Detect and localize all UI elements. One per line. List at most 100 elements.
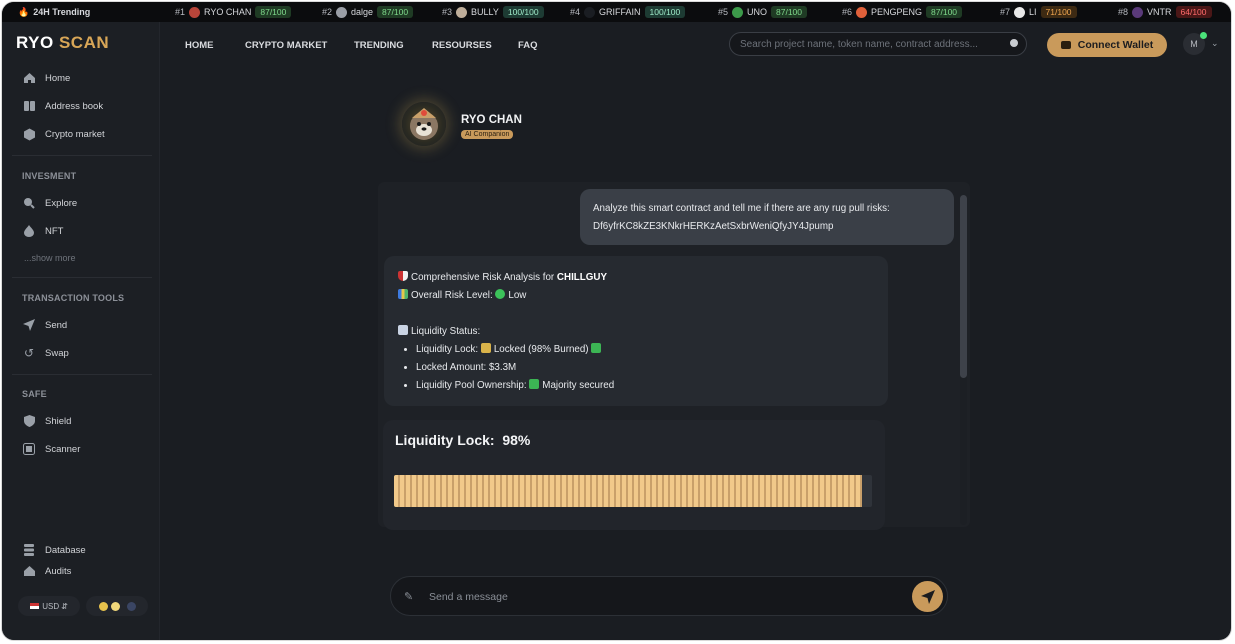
sidebar-item-database[interactable]: Database bbox=[22, 543, 86, 557]
theme-toggle[interactable] bbox=[86, 596, 148, 616]
bot-avatar bbox=[402, 102, 446, 146]
sidebar: RYO SCAN Home Address book Crypto market… bbox=[2, 22, 160, 640]
ticker-token-name: BULLY bbox=[471, 7, 499, 17]
sidebar-item-send[interactable]: Send bbox=[22, 318, 67, 332]
token-logo-icon bbox=[189, 6, 201, 18]
sidebar-item-explore[interactable]: Explore bbox=[22, 196, 77, 210]
sidebar-divider bbox=[12, 155, 152, 156]
ticker-item[interactable]: #7 LI 71/100 bbox=[1000, 6, 1077, 18]
book-icon bbox=[22, 99, 36, 113]
search-icon[interactable] bbox=[1010, 39, 1018, 47]
attach-icon[interactable]: ✎ bbox=[404, 590, 413, 603]
currency-selector[interactable]: USD ⇵ bbox=[18, 596, 80, 616]
ticker-rank: #3 bbox=[442, 7, 453, 17]
fire-icon: 🔥 bbox=[18, 6, 30, 17]
ticker-item[interactable]: #3 BULLY 100/100 bbox=[442, 6, 544, 18]
chart-icon bbox=[398, 325, 408, 335]
shield-icon bbox=[22, 414, 36, 428]
home-icon bbox=[22, 71, 36, 85]
bot-name: RYO CHAN bbox=[461, 114, 522, 126]
ticker-rank: #7 bbox=[1000, 7, 1011, 17]
lock-icon bbox=[480, 343, 491, 353]
sun-icon bbox=[98, 601, 108, 611]
ticker-item[interactable]: #6 PENGPENG 87/100 bbox=[842, 6, 963, 18]
liquidity-list: Liquidity Lock: Locked (98% Burned) Lock… bbox=[398, 341, 874, 395]
sidebar-item-nft[interactable]: NFT bbox=[22, 224, 63, 238]
show-more-link[interactable]: ...show more bbox=[24, 253, 76, 263]
ticker-item[interactable]: #1 RYO CHAN 87/100 bbox=[175, 6, 292, 18]
shield-icon bbox=[398, 271, 408, 281]
risk-level-value: Low bbox=[508, 290, 527, 301]
message-input[interactable] bbox=[427, 587, 901, 607]
ticker-rank: #6 bbox=[842, 7, 853, 17]
market-icon bbox=[22, 127, 36, 141]
sidebar-item-address-book[interactable]: Address book bbox=[22, 99, 103, 113]
chart-icon bbox=[398, 289, 408, 299]
ticker-token-name: LI bbox=[1029, 7, 1037, 17]
token-logo-icon bbox=[1014, 6, 1026, 18]
ticker-rank: #5 bbox=[718, 7, 729, 17]
ticker-item[interactable]: #4 GRIFFAIN 100/100 bbox=[570, 6, 686, 18]
swap-icon: ↺ bbox=[23, 346, 35, 360]
bot-message: Comprehensive Risk Analysis for CHILLGUY… bbox=[384, 256, 888, 406]
online-status-icon bbox=[1200, 32, 1207, 39]
connect-wallet-button[interactable]: Connect Wallet bbox=[1047, 33, 1167, 57]
brand-logo[interactable]: RYO SCAN bbox=[16, 33, 109, 53]
sidebar-item-shield[interactable]: Shield bbox=[22, 414, 71, 428]
ticker-token-name: VNTR bbox=[1147, 7, 1172, 17]
sidebar-item-audits[interactable]: Audits bbox=[22, 564, 71, 578]
sidebar-item-crypto-market[interactable]: Crypto market bbox=[22, 127, 105, 141]
ticker-score-badge: 87/100 bbox=[255, 6, 292, 18]
trending-title: 🔥 24H Trending bbox=[18, 6, 91, 18]
send-button[interactable] bbox=[912, 581, 943, 612]
check-icon bbox=[591, 343, 602, 353]
sidebar-item-swap[interactable]: ↺ Swap bbox=[22, 346, 69, 360]
token-logo-icon bbox=[456, 6, 468, 18]
section-heading-investment: INVESMENT bbox=[22, 171, 77, 181]
nav-link-trending[interactable]: TRENDING bbox=[354, 40, 404, 51]
nav-link-faq[interactable]: FAQ bbox=[518, 40, 538, 51]
chevron-down-icon[interactable]: ⌄ bbox=[1211, 38, 1219, 49]
ticker-item[interactable]: #5 UNO 87/100 bbox=[718, 6, 808, 18]
ticker-item[interactable]: #2 dalge 87/100 bbox=[322, 6, 414, 18]
nav-link-resources[interactable]: RESOURSES bbox=[432, 40, 492, 51]
database-icon bbox=[22, 543, 36, 557]
liquidity-progress-fill bbox=[394, 475, 863, 507]
ticker-item[interactable]: #8 VNTR 64/100 bbox=[1118, 6, 1212, 18]
ticker-token-name: PENGPENG bbox=[871, 7, 923, 17]
ticker-score-badge: 100/100 bbox=[644, 6, 686, 18]
top-navigation: HOME CRYPTO MARKET TRENDING RESOURSES FA… bbox=[159, 22, 1231, 68]
scanner-icon bbox=[22, 442, 36, 456]
nav-link-home[interactable]: HOME bbox=[185, 40, 214, 51]
ticker-token-name: RYO CHAN bbox=[204, 7, 252, 17]
sun-icon bbox=[110, 601, 120, 611]
user-message: Analyze this smart contract and tell me … bbox=[580, 189, 954, 245]
ticker-token-name: GRIFFAIN bbox=[599, 7, 641, 17]
token-logo-icon bbox=[336, 6, 348, 18]
check-icon bbox=[529, 379, 540, 389]
liquidity-lock-card: Liquidity Lock: 98% bbox=[383, 420, 885, 530]
section-heading-transaction-tools: TRANSACTION TOOLS bbox=[22, 293, 125, 303]
green-circle-icon bbox=[495, 289, 506, 299]
ticker-token-name: dalge bbox=[351, 7, 374, 17]
nav-link-crypto-market[interactable]: CRYPTO MARKET bbox=[245, 40, 327, 51]
analysis-heading: Comprehensive Risk Analysis for CHILLGUY bbox=[398, 269, 874, 287]
flag-icon bbox=[30, 603, 40, 609]
contract-address: Df6yfrKC8kZE3KNkrHERKzAetSxbrWeniQfyJY4J… bbox=[593, 221, 834, 232]
liquidity-lock-title: Liquidity Lock: 98% bbox=[395, 432, 531, 448]
sidebar-item-scanner[interactable]: Scanner bbox=[22, 442, 80, 456]
token-logo-icon bbox=[732, 6, 744, 18]
ticker-score-badge: 87/100 bbox=[771, 6, 808, 18]
ticker-rank: #4 bbox=[570, 7, 581, 17]
liquidity-lock-value: 98% bbox=[502, 432, 531, 448]
moon-icon bbox=[126, 601, 136, 611]
search-icon bbox=[22, 196, 36, 210]
sidebar-divider bbox=[12, 277, 152, 278]
chat-scrollbar-thumb[interactable] bbox=[960, 195, 967, 378]
list-item: Liquidity Pool Ownership: Majority secur… bbox=[416, 377, 874, 395]
sidebar-item-home[interactable]: Home bbox=[22, 71, 70, 85]
search-input[interactable] bbox=[729, 32, 1027, 56]
ticker-token-name: UNO bbox=[747, 7, 768, 17]
wallet-icon bbox=[1060, 41, 1071, 49]
